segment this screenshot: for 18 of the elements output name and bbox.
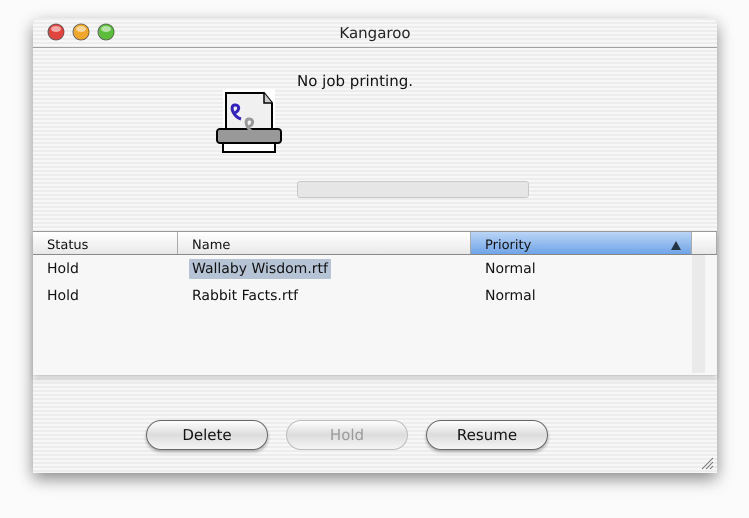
window-control-icon[interactable]	[47, 23, 65, 41]
window-title: Kangaroo	[339, 24, 411, 42]
table-cell-text: Normal	[484, 288, 536, 304]
table-cell-text: Normal	[484, 260, 536, 277]
window-control-icon[interactable]	[97, 23, 115, 41]
table-cell-text: Hold	[46, 288, 79, 304]
job-button[interactable]: Delete	[146, 420, 268, 450]
job-button[interactable]: Resume	[426, 420, 548, 450]
table-cell-text: Hold	[46, 260, 79, 277]
window-control-icon[interactable]	[72, 23, 90, 41]
resize-grip-icon[interactable]	[700, 456, 714, 470]
table-cell[interactable]: Rabbit Facts.rtf	[189, 286, 302, 306]
status-message: No job printing.	[297, 72, 414, 90]
column-header[interactable]: Status	[33, 232, 178, 254]
table-cell[interactable]: Wallaby Wisdom.rtf	[189, 258, 331, 279]
sort-ascending-icon	[671, 240, 681, 250]
column-header[interactable]: Priority	[471, 232, 692, 254]
scroll-track[interactable]	[692, 255, 705, 373]
